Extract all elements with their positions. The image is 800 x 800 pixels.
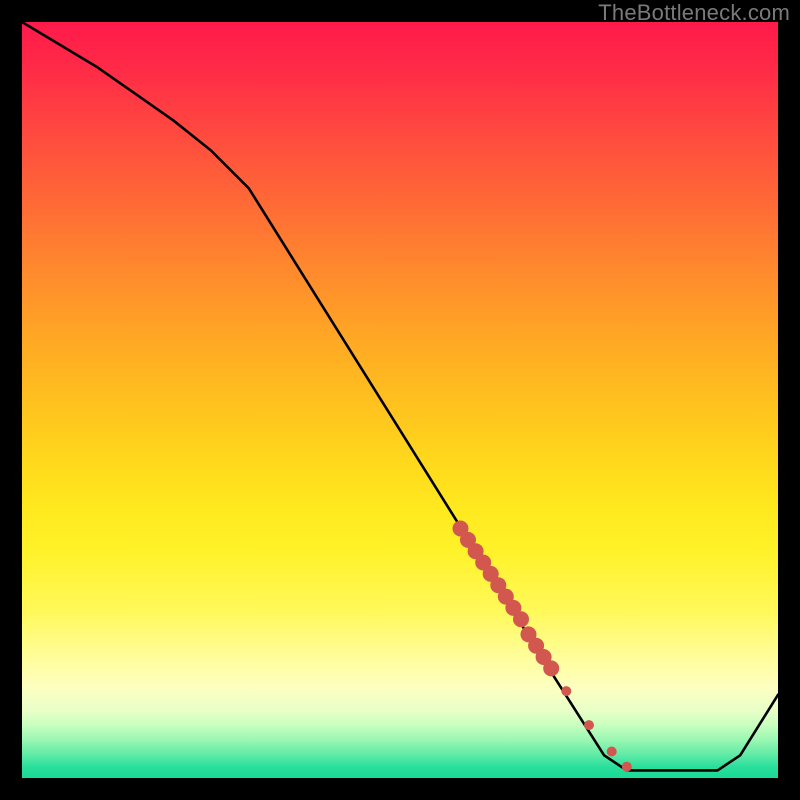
bottleneck-curve-line [22,22,778,770]
chart-svg [22,22,778,778]
plot-area [22,22,778,778]
chart-container: TheBottleneck.com [0,0,800,800]
attribution-label: TheBottleneck.com [598,0,790,26]
highlight-point [543,660,559,676]
highlight-point [622,762,632,772]
highlight-point [607,747,617,757]
highlight-point [561,686,571,696]
highlight-segment-scatter [453,521,632,772]
highlight-point [584,720,594,730]
highlight-point [513,611,529,627]
